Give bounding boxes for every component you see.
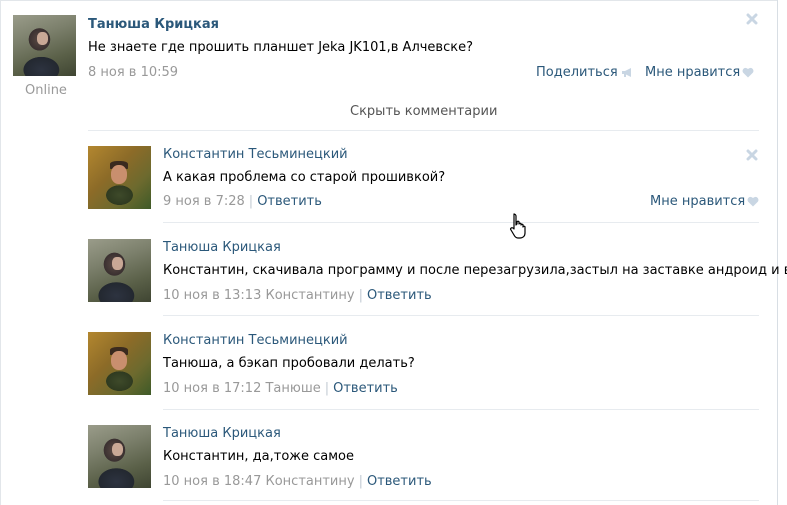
post-like-button[interactable]: Мне нравится — [645, 65, 754, 80]
comment-avatar[interactable] — [88, 239, 151, 302]
comment-time[interactable]: 10 ноя в 18:47 — [163, 474, 261, 489]
comment-author[interactable]: Константин Тесьминецкий — [163, 333, 348, 348]
share-button[interactable]: Поделиться — [536, 65, 635, 80]
post-text: Не знаете где прошить планшет Jeka JK101… — [88, 40, 473, 55]
comment-divider — [163, 409, 759, 410]
post-time[interactable]: 8 ноя в 10:59 — [88, 65, 178, 80]
hide-comments-link[interactable]: Скрыть комментарии — [350, 104, 497, 119]
comment-avatar[interactable] — [88, 332, 151, 395]
reply-link[interactable]: Ответить — [367, 474, 432, 489]
comment-time[interactable]: 9 ноя в 7:28 — [163, 194, 245, 209]
comment-author[interactable]: Танюша Крицкая — [163, 426, 281, 441]
heart-icon — [742, 67, 754, 78]
comment-text: Константин, скачивала программу и после … — [163, 263, 787, 278]
reply-link[interactable]: Ответить — [333, 381, 398, 396]
heart-icon — [747, 196, 759, 207]
online-status: Online — [25, 83, 67, 98]
comment-reply-to[interactable]: Танюше — [265, 381, 320, 396]
post-author-name[interactable]: Танюша Крицкая — [88, 17, 219, 32]
comment-text: А какая проблема со старой прошивкой? — [163, 170, 446, 185]
megaphone-icon — [621, 68, 631, 77]
comment-text: Танюша, а бэкап пробовали делать? — [163, 356, 415, 371]
comment-author[interactable]: Танюша Крицкая — [163, 240, 281, 255]
comment-avatar[interactable] — [88, 425, 151, 488]
comment-meta: 10 ноя в 17:12 Танюше | Ответить — [163, 381, 398, 396]
post-author-avatar[interactable] — [13, 15, 76, 76]
frame-right-border — [777, 0, 778, 505]
comment-divider — [163, 500, 759, 501]
comment-reply-to[interactable]: Константину — [265, 288, 354, 303]
comment-avatar[interactable] — [88, 146, 151, 209]
frame-top-border — [0, 0, 778, 1]
comment-like-button[interactable]: Мне нравится — [650, 194, 759, 209]
share-label: Поделиться — [536, 65, 618, 80]
comment-author[interactable]: Константин Тесьминецкий — [163, 147, 348, 162]
comment-meta: 9 ноя в 7:28 | Ответить — [163, 194, 322, 209]
comment-time[interactable]: 10 ноя в 17:12 — [163, 381, 261, 396]
comment-divider — [163, 315, 759, 316]
comment-reply-to[interactable]: Константину — [265, 474, 354, 489]
comment-text: Константин, да,тоже самое — [163, 449, 354, 464]
close-icon[interactable] — [746, 149, 758, 161]
comments-top-divider — [88, 130, 759, 131]
post-like-label: Мне нравится — [645, 65, 741, 80]
comment-meta: 10 ноя в 13:13 Константину | Ответить — [163, 288, 432, 303]
comment-like-label: Мне нравится — [650, 194, 746, 209]
comment-time[interactable]: 10 ноя в 13:13 — [163, 288, 261, 303]
hand-cursor-icon — [510, 213, 526, 239]
frame-left-border — [0, 0, 1, 505]
reply-link[interactable]: Ответить — [257, 194, 322, 209]
reply-link[interactable]: Ответить — [367, 288, 432, 303]
close-icon[interactable] — [746, 13, 758, 25]
comment-divider — [163, 222, 759, 223]
comment-meta: 10 ноя в 18:47 Константину | Ответить — [163, 474, 432, 489]
